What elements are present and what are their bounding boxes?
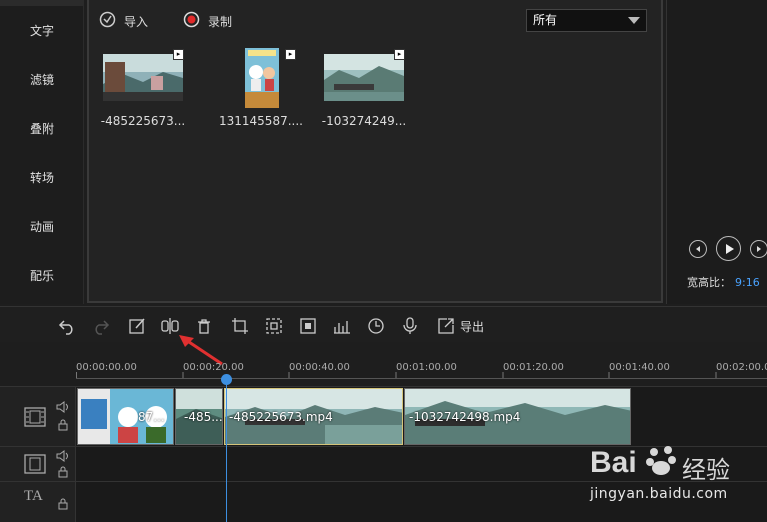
media-item-name: 131145587.... [219, 114, 303, 128]
video-thumbnail [245, 48, 279, 108]
media-item[interactable]: ▸ -485225673... [98, 46, 188, 132]
film-icon [24, 407, 46, 427]
microphone-icon [403, 317, 417, 334]
fit-frame-icon [266, 318, 282, 334]
category-sidebar: 文字 滤镜 叠附 转场 动画 配乐 [0, 0, 84, 304]
sidebar-item-overlay[interactable]: 叠附 [0, 116, 84, 142]
undo-icon [58, 320, 73, 335]
import-icon [99, 11, 116, 31]
paw-logo-icon [646, 446, 676, 475]
timeline-clip[interactable]: -1032742498.mp4 [404, 388, 631, 445]
sidebar-top-strip [0, 0, 84, 6]
clip-label: -485225673.mp4 [229, 410, 333, 424]
overlay-track-header [0, 447, 76, 481]
lock-icon[interactable] [57, 498, 69, 510]
record-icon [183, 11, 200, 31]
preview-panel: 宽高比： 9:16 [666, 0, 767, 304]
play-button[interactable] [716, 236, 741, 261]
aspect-ratio[interactable]: 宽高比： 9:16 [687, 274, 760, 290]
sidebar-item-filter[interactable]: 滤镜 [0, 67, 84, 93]
ruler-ticks [76, 372, 717, 378]
aspect-ratio-value: 9:16 [735, 276, 760, 289]
play-icon [725, 243, 734, 254]
sidebar-item-transition[interactable]: 转场 [0, 165, 84, 191]
video-badge-icon: ▸ [394, 49, 405, 60]
clip-label: -485... [184, 410, 223, 424]
video-track: 87... -485... -485225673.mp4 -1032742498… [0, 386, 767, 446]
clock-icon [368, 318, 384, 334]
import-button[interactable]: 导入 [99, 8, 148, 34]
export-icon [438, 318, 454, 334]
step-forward-icon [757, 246, 761, 252]
mosaic-button[interactable] [297, 315, 319, 337]
watermark-url: jingyan.baidu.com [590, 486, 728, 502]
export-icon-button[interactable] [435, 315, 457, 337]
sidebar-item-text[interactable]: 文字 [0, 18, 84, 44]
media-filter-value: 所有 [533, 13, 558, 27]
import-label: 导入 [124, 14, 149, 29]
aspect-ratio-label: 宽高比： [687, 276, 731, 289]
sidebar-item-music[interactable]: 配乐 [0, 263, 84, 289]
lock-icon[interactable] [57, 419, 69, 431]
record-button[interactable]: 录制 [183, 8, 232, 34]
clip-label: 87... [138, 410, 165, 424]
voiceover-button[interactable] [399, 315, 421, 337]
media-item[interactable]: ▸ -103274249... [319, 46, 409, 132]
chevron-down-icon [628, 17, 640, 24]
media-filter-dropdown[interactable]: 所有 [526, 9, 647, 32]
redo-icon [95, 320, 110, 335]
record-label: 录制 [208, 14, 233, 29]
timeline-clip-selected[interactable]: -485225673.mp4 [224, 388, 403, 445]
film-icon [24, 454, 46, 474]
redo-button[interactable] [90, 315, 112, 337]
video-track-header [0, 387, 76, 446]
edit-toolbar: 导出 [0, 306, 767, 342]
watermark-brand: Bai [590, 446, 637, 479]
audio-wave-icon [334, 321, 350, 334]
playhead-line[interactable] [226, 374, 227, 522]
timeline-ruler[interactable]: 00:00:00.00 00:00:20.00 00:00:40.00 00:0… [76, 356, 767, 386]
playhead-handle[interactable] [221, 374, 232, 385]
watermark-brand-cn: 经验 [682, 456, 730, 484]
previous-frame-button[interactable] [689, 240, 707, 258]
crop-icon [232, 318, 248, 334]
media-item-name: -485225673... [100, 114, 186, 128]
fit-button[interactable] [263, 315, 285, 337]
video-thumbnail [103, 54, 183, 101]
watermark: Bai 经验 jingyan.baidu.com [590, 440, 760, 510]
video-badge-icon: ▸ [285, 49, 296, 60]
video-badge-icon: ▸ [173, 49, 184, 60]
speaker-icon[interactable] [56, 450, 70, 462]
speaker-icon[interactable] [56, 401, 70, 413]
edit-button[interactable] [126, 315, 148, 337]
media-item-name: -103274249... [321, 114, 407, 128]
edit-icon [129, 318, 145, 334]
media-library-panel: 导入 录制 所有 ▸ -485225673... ▸ 131145587.... [87, 0, 663, 303]
undo-button[interactable] [56, 315, 78, 337]
clip-label: -1032742498.mp4 [409, 410, 521, 424]
step-back-icon [696, 246, 700, 252]
next-frame-button[interactable] [750, 240, 767, 258]
media-item[interactable]: ▸ 131145587.... [216, 46, 306, 132]
crop-button[interactable] [229, 315, 251, 337]
text-track-icon: TA [24, 488, 43, 504]
lock-icon[interactable] [57, 466, 69, 478]
timeline-clip[interactable]: -485... [175, 388, 223, 445]
timeline-clip[interactable]: 87... [77, 388, 174, 445]
export-button[interactable]: 导出 [460, 318, 484, 335]
sidebar-item-animation[interactable]: 动画 [0, 214, 84, 240]
text-track-header: TA [0, 482, 76, 522]
mosaic-icon [300, 318, 316, 334]
video-thumbnail [324, 54, 404, 101]
audio-button[interactable] [331, 315, 353, 337]
speed-button[interactable] [365, 315, 387, 337]
